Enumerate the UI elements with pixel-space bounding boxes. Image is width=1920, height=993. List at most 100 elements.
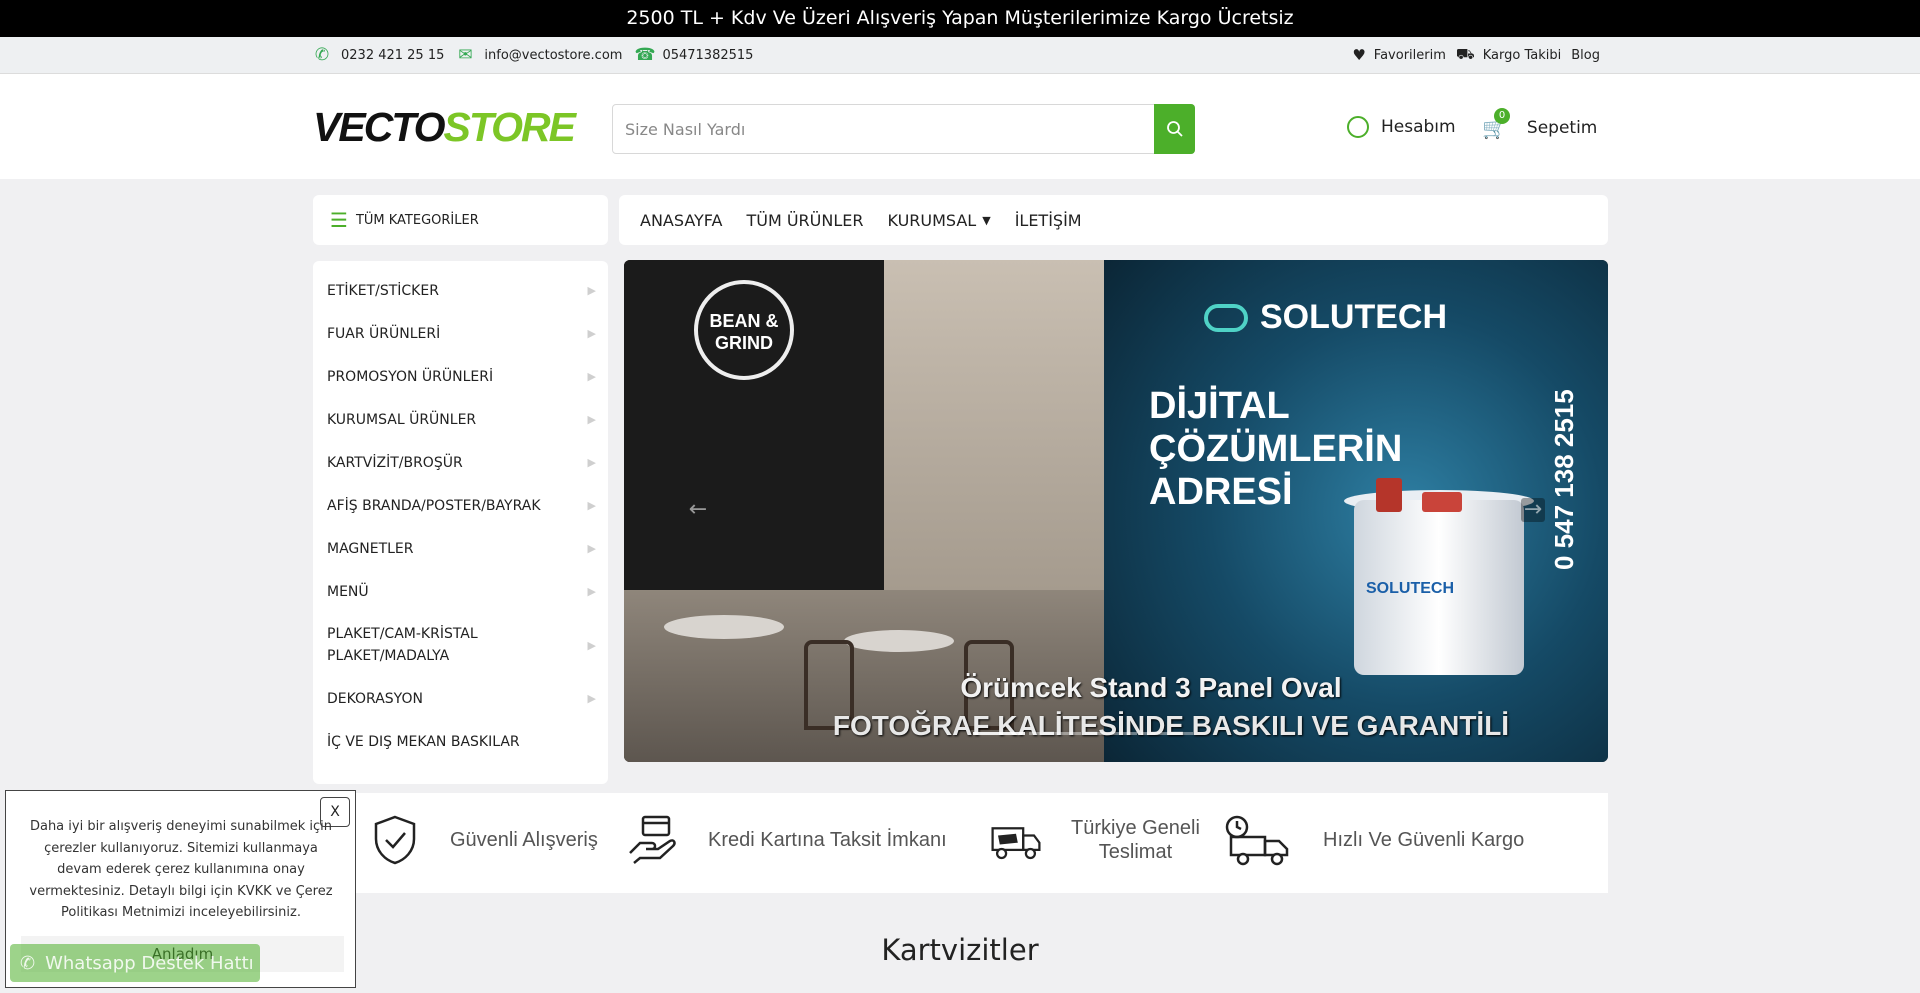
nav-all-products-label: TÜM ÜRÜNLER	[746, 210, 864, 230]
slider-pagination	[973, 732, 1193, 735]
whatsapp-support-button[interactable]: ✆ Whatsapp Destek Hattı	[10, 944, 260, 982]
whatsapp-icon: ☎	[634, 45, 656, 65]
feature-label: Kredi Kartına Taksit İmkanı	[708, 829, 947, 851]
promo-bar: 2500 TL + Kdv Ve Üzeri Alışveriş Yapan M…	[0, 0, 1920, 37]
chevron-right-icon: ▶	[587, 456, 596, 469]
chevron-right-icon: ▶	[587, 542, 596, 555]
all-categories-label: TÜM KATEGORİLER	[355, 212, 479, 228]
account-link[interactable]: Hesabım	[1347, 116, 1456, 138]
search-box	[612, 104, 1195, 154]
slider-prev-icon[interactable]: ←	[686, 498, 710, 522]
feature-label-line: Türkiye Geneli	[1071, 817, 1200, 839]
banner-table	[664, 615, 784, 639]
banner-product	[1376, 478, 1402, 512]
hero-slider[interactable]: BEAN & GRIND SOLUTECH DİJİTAL ÇÖZÜMLERİN…	[624, 260, 1608, 762]
banner-phone: 0 547 138 2515	[1549, 389, 1579, 570]
feature-installment: Kredi Kartına Taksit İmkanı	[626, 813, 947, 867]
banner-caption-title: Örümcek Stand 3 Panel Oval	[960, 672, 1342, 703]
brand-logo-icon	[1204, 303, 1248, 332]
fast-truck-icon	[1225, 815, 1289, 866]
blog-link[interactable]: Blog	[1571, 48, 1600, 63]
banner-heading-line: DİJİTAL	[1149, 385, 1290, 427]
feature-label: Güvenli Alışveriş	[450, 829, 598, 851]
banner-product	[1422, 492, 1462, 512]
category-label: KURUMSAL ÜRÜNLER	[327, 411, 477, 428]
nav-contact[interactable]: İLETİŞİM	[1015, 211, 1082, 230]
chevron-right-icon: ▶	[587, 585, 596, 598]
whatsapp-icon: ✆	[20, 952, 36, 974]
feature-label: Hızlı Ve Güvenli Kargo	[1323, 829, 1525, 851]
category-label: PLAKET/CAM-KRİSTAL PLAKET/MADALYA	[327, 626, 478, 664]
header: VECTOSTORE Hesabım 🛒0 Sepetim	[0, 74, 1920, 179]
search-button[interactable]	[1154, 104, 1195, 154]
feature-label-line: Teslimat	[1098, 841, 1173, 863]
category-label: MAGNETLER	[327, 540, 414, 557]
category-item[interactable]: PLAKET/CAM-KRİSTAL PLAKET/MADALYA ▶	[313, 613, 608, 677]
nav-home-label: ANASAYFA	[640, 210, 723, 230]
banner-caption-subtitle: FOTOĞRAF KALİTESİNDE BASKILI VE GARANTİL…	[832, 710, 1510, 741]
heart-icon: ♥	[1352, 46, 1366, 64]
category-item[interactable]: ETİKET/STİCKER ▶	[313, 269, 608, 312]
email-icon: ✉	[458, 45, 473, 65]
delivery-truck-icon	[991, 827, 1041, 860]
features-strip: Güvenli Alışveriş Kredi Kartına Taksit İ…	[313, 793, 1608, 893]
account-label: Hesabım	[1381, 117, 1456, 137]
chevron-right-icon: ▶	[587, 638, 596, 652]
banner-brand: SOLUTECH	[1204, 298, 1447, 337]
category-label: FUAR ÜRÜNLERİ	[327, 325, 441, 342]
category-item[interactable]: AFİŞ BRANDA/POSTER/BAYRAK ▶	[313, 484, 608, 527]
favorites-link[interactable]: ♥ Favorilerim	[1352, 46, 1446, 64]
logo-part1: VECTO	[313, 104, 445, 150]
email-text: info@vectostore.com	[484, 47, 623, 63]
email-link[interactable]: ✉ info@vectostore.com	[456, 45, 622, 65]
basket-icon: 🛒 0	[1482, 108, 1510, 140]
nav-all-products[interactable]: TÜM ÜRÜNLER	[746, 211, 863, 230]
chevron-right-icon: ▶	[587, 413, 596, 426]
feature-delivery: Türkiye Geneli Teslimat	[989, 813, 1200, 867]
chevron-right-icon: ▶	[587, 692, 596, 705]
nav-contact-label: İLETİŞİM	[1014, 210, 1082, 230]
tracking-label: Kargo Takibi	[1482, 47, 1562, 63]
category-item[interactable]: MAGNETLER ▶	[313, 527, 608, 570]
banner-wall	[884, 260, 1104, 590]
chevron-right-icon: ▶	[587, 370, 596, 383]
category-item[interactable]: KURUMSAL ÜRÜNLER ▶	[313, 398, 608, 441]
category-item[interactable]: DEKORASYON ▶	[313, 677, 608, 720]
all-categories-button[interactable]: ☰ TÜM KATEGORİLER	[313, 195, 608, 245]
phone-link[interactable]: ✆ 0232 421 25 15	[313, 45, 445, 65]
truck-icon: ⛟	[1455, 45, 1475, 63]
tracking-link[interactable]: ⛟ Kargo Takibi	[1456, 45, 1561, 65]
whatsapp-link[interactable]: ☎ 05471382515	[634, 45, 753, 65]
category-item[interactable]: PROMOSYON ÜRÜNLERİ ▶	[313, 355, 608, 398]
user-icon	[1347, 116, 1369, 138]
slider-dot[interactable]	[973, 732, 1025, 735]
site-logo[interactable]: VECTOSTORE	[313, 104, 576, 151]
credit-card-hand-icon	[629, 815, 676, 864]
banner-cafe-badge: BEAN & GRIND	[694, 280, 794, 380]
chevron-right-icon: ▶	[587, 499, 596, 512]
category-item[interactable]: FUAR ÜRÜNLERİ ▶	[313, 312, 608, 355]
category-item[interactable]: MENÜ ▶	[313, 570, 608, 613]
category-label: KARTVİZİT/BROŞÜR	[327, 454, 463, 471]
category-label: İÇ VE DIŞ MEKAN BASKILAR	[327, 733, 520, 750]
cart-link[interactable]: 🛒 0 Sepetim	[1482, 108, 1597, 140]
chevron-right-icon: ▶	[587, 284, 596, 297]
feature-fast-cargo: Hızlı Ve Güvenli Kargo	[1219, 813, 1524, 867]
category-item[interactable]: KARTVİZİT/BROŞÜR ▶	[313, 441, 608, 484]
shield-check-icon	[374, 815, 416, 865]
nav-home[interactable]: ANASAYFA	[640, 211, 722, 230]
slider-dot[interactable]	[1085, 732, 1137, 735]
category-item[interactable]: İÇ VE DIŞ MEKAN BASKILAR	[313, 720, 608, 763]
feature-secure-shopping: Güvenli Alışveriş	[368, 813, 598, 867]
search-input[interactable]	[613, 105, 1143, 153]
category-label: AFİŞ BRANDA/POSTER/BAYRAK	[327, 497, 541, 514]
slider-dot[interactable]	[1141, 732, 1193, 735]
slider-dot[interactable]	[1029, 732, 1081, 735]
category-label: MENÜ	[327, 583, 369, 600]
slider-next-icon[interactable]: →	[1521, 498, 1545, 522]
search-icon	[1166, 121, 1183, 137]
nav-corporate[interactable]: KURUMSAL ▼	[888, 211, 991, 230]
banner-table	[844, 630, 954, 652]
topbar: ✆ 0232 421 25 15 ✉ info@vectostore.com ☎…	[0, 37, 1920, 74]
chevron-right-icon: ▶	[587, 327, 596, 340]
